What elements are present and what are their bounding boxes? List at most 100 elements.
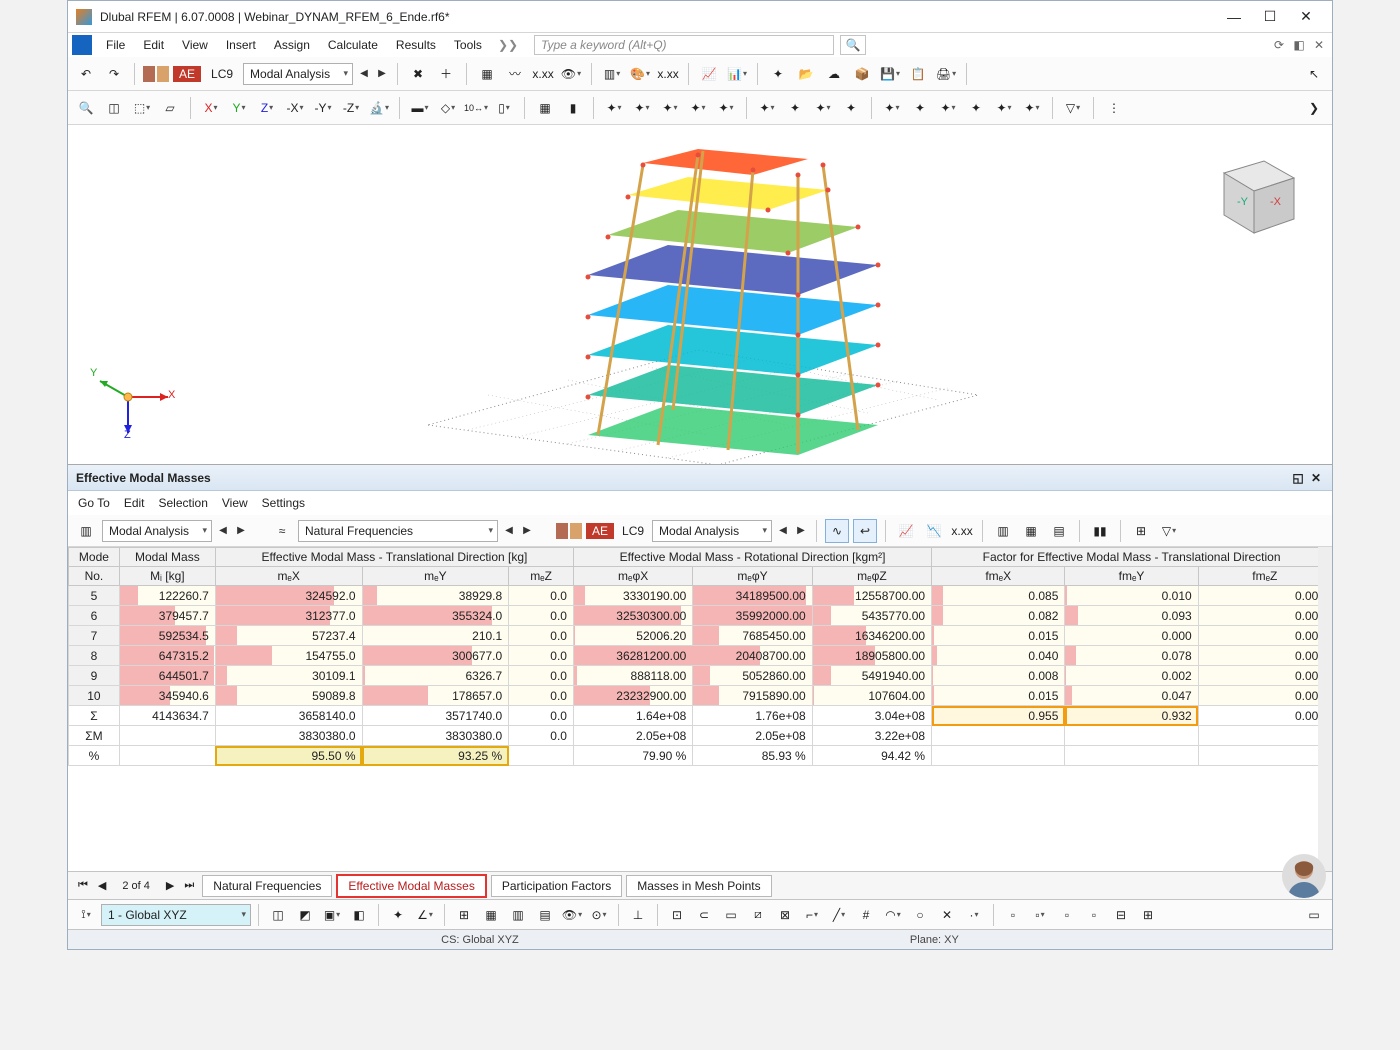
cs-icon[interactable]: ⟟ [74,903,98,927]
panel-t3-icon[interactable]: ▤ [1047,519,1071,543]
table-cell[interactable]: 355324.0 [362,606,509,626]
table-cell[interactable]: 644501.7 [119,666,215,686]
table-cell[interactable]: 345940.6 [119,686,215,706]
axis-nx-icon[interactable]: -X [283,96,307,120]
overflow-icon[interactable]: ❯ [1302,96,1326,120]
table-cell[interactable]: 5435770.00 [812,606,931,626]
star-j-icon[interactable]: ✦ [880,96,904,120]
table-cell[interactable]: 122260.7 [119,586,215,606]
panel-freq-select[interactable]: Natural Frequencies [298,520,498,542]
table-cell[interactable]: 0.0 [509,686,574,706]
results-values-icon[interactable]: x.xx [531,62,555,86]
save-icon[interactable]: 💾 [878,62,902,86]
snap-corner-icon[interactable]: ⌐ [800,903,824,927]
axis-x-icon[interactable]: X [199,96,223,120]
table-cell[interactable]: 178657.0 [362,686,509,706]
star-b-icon[interactable]: ✦ [630,96,654,120]
h-mepy[interactable]: mₑφY [693,567,812,586]
menu-tools[interactable]: Tools [446,35,490,55]
menu-results[interactable]: Results [388,35,444,55]
snap-x-icon[interactable]: ⊠ [773,903,797,927]
lc-prev[interactable]: ◀ [357,63,371,85]
star-h-icon[interactable]: ✦ [811,96,835,120]
ftb-d2-icon[interactable]: ⊞ [1136,903,1160,927]
nav-prev[interactable]: ◀ [94,877,110,894]
panel-fq-next[interactable]: ▶ [520,520,534,542]
grid-more-icon[interactable]: ⋮ [1102,96,1126,120]
menu-edit[interactable]: Edit [135,35,172,55]
table-cell[interactable]: 0.0 [509,646,574,666]
h-mi[interactable]: Mᵢ [kg] [119,567,215,586]
ftb-angle-icon[interactable]: ∠ [413,903,437,927]
ftb-g3-icon[interactable]: ▥ [506,903,530,927]
view-iso-icon[interactable]: ◫ [102,96,126,120]
panel-curve-icon[interactable]: ∿ [825,519,849,543]
table-cell[interactable]: 312377.0 [215,606,362,626]
restore-view-icon[interactable]: ⟳ [1270,36,1288,54]
table-cell[interactable]: 35992000.00 [693,606,812,626]
ftb-1-icon[interactable]: ◫ [266,903,290,927]
table-cell[interactable]: 0.0 [509,666,574,686]
graph-icon[interactable]: 📈 [697,62,721,86]
table-cell[interactable]: 36281200.00 [573,646,692,666]
table-row[interactable]: 9644501.730109.16326.70.0888118.00505286… [69,666,1332,686]
view-cube-icon[interactable]: ⬚ [130,96,154,120]
snap-arc-icon[interactable]: ◠ [881,903,905,927]
star-m-icon[interactable]: ✦ [964,96,988,120]
3d-viewport[interactable]: -Y -X X Y Z [68,125,1332,465]
table-cell[interactable]: 0.000 [1198,586,1331,606]
panel-graph2-icon[interactable]: 📉 [922,519,946,543]
ftb-sq3-icon[interactable]: ▫ [1055,903,1079,927]
snap-tan-icon[interactable]: # [854,903,878,927]
table-cell[interactable]: 0.040 [932,646,1065,666]
colors-icon[interactable]: 🎨 [628,62,652,86]
star-i-icon[interactable]: ✦ [839,96,863,120]
table-row[interactable]: 7592534.557237.4210.10.052006.207685450.… [69,626,1332,646]
panel-goto[interactable]: Go To [78,496,110,510]
view-persp-icon[interactable]: ▱ [158,96,182,120]
table-cell[interactable]: 0.047 [1065,686,1198,706]
menu-overflow[interactable]: ❯❯ [492,35,524,55]
results-table[interactable]: Mode Modal Mass Effective Modal Mass - T… [68,547,1332,766]
panel-detach-icon[interactable]: ◱ [1290,470,1306,486]
close-panel-icon[interactable]: ✕ [1310,36,1328,54]
table-cell[interactable]: 0.0 [509,626,574,646]
menu-insert[interactable]: Insert [218,35,264,55]
lc-next[interactable]: ▶ [375,63,389,85]
snap-cross-icon[interactable]: ✕ [935,903,959,927]
table-cell[interactable]: 16346200.00 [812,626,931,646]
table-cell[interactable]: 0.000 [1198,646,1331,666]
menu-file[interactable]: File [98,35,133,55]
table-cell[interactable]: 3330190.00 [573,586,692,606]
panel-modal-select[interactable]: Modal Analysis [652,520,772,542]
panel-an-next[interactable]: ▶ [234,520,248,542]
panel-xxx-icon[interactable]: x.xx [950,519,974,543]
panel-graph1-icon[interactable]: 📈 [894,519,918,543]
ftb-sq2-icon[interactable]: ▫ [1028,903,1052,927]
table-cell[interactable]: 210.1 [362,626,509,646]
ftb-perp-icon[interactable]: ⊥ [626,903,650,927]
panel-cat-icon[interactable]: ▥ [74,519,98,543]
axis-ny-icon[interactable]: -Y [311,96,335,120]
table-cell[interactable]: 0.015 [932,686,1065,706]
nav-last[interactable]: ⏭ [180,877,198,894]
print-icon[interactable]: 🖨 [934,62,958,86]
table-cell[interactable]: 57237.4 [215,626,362,646]
column-icon[interactable]: ▯ [492,96,516,120]
ftb-4-icon[interactable]: ◧ [347,903,371,927]
table-cell[interactable]: 0.000 [1065,626,1198,646]
star-l-icon[interactable]: ✦ [936,96,960,120]
panel-t2-icon[interactable]: ▦ [1019,519,1043,543]
minimize-button[interactable]: — [1216,3,1252,31]
star-o-icon[interactable]: ✦ [1020,96,1044,120]
star-f-icon[interactable]: ✦ [755,96,779,120]
table-cell[interactable]: 52006.20 [573,626,692,646]
table-cell[interactable]: 12558700.00 [812,586,931,606]
table-row[interactable]: 8647315.2154755.0300677.00.036281200.002… [69,646,1332,666]
ftb-g2-icon[interactable]: ▦ [479,903,503,927]
remove-load-icon[interactable]: ✖ [406,62,430,86]
ftb-dot-icon[interactable]: ⊙ [587,903,611,927]
table-cell[interactable]: 30109.1 [215,666,362,686]
table-cell[interactable]: 0.085 [932,586,1065,606]
table-cell[interactable]: 18905800.00 [812,646,931,666]
